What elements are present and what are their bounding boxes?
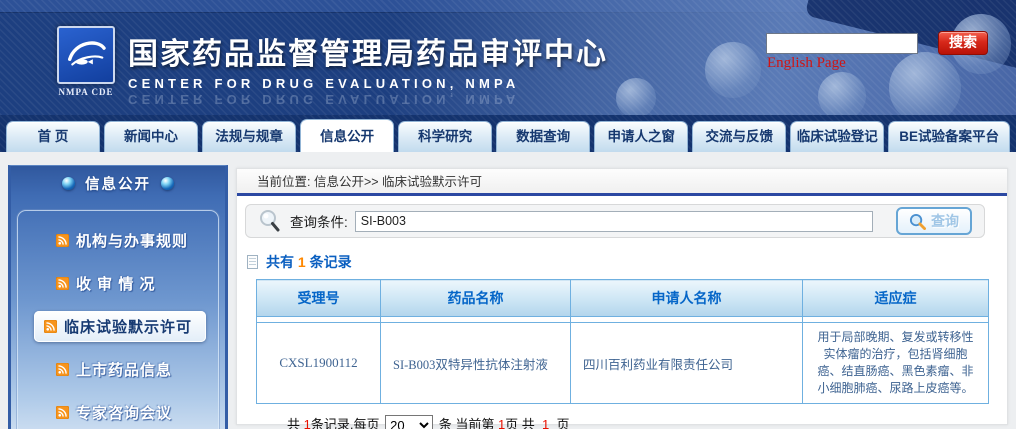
nav-tab[interactable]: 法规与规章 [202,121,296,152]
sidebar-item[interactable]: 上市药品信息 [18,348,218,391]
query-label: 查询条件: [290,211,348,231]
query-button-label: 查询 [931,211,959,231]
pill-decoration [818,72,866,115]
cde-logo-icon [57,26,115,84]
breadcrumb: 当前位置: 信息公开>> 临床试验默示许可 [237,169,1007,196]
nav-tab[interactable]: 首 页 [6,121,100,152]
main-panel: 当前位置: 信息公开>> 临床试验默示许可 查询条件: 查 [236,168,1008,425]
pill-decoration [889,52,961,115]
header-search-button[interactable]: 搜索 [938,31,988,55]
sphere-icon [62,177,75,190]
list-icon [247,255,258,269]
logo-caption: NMPA CDE [46,87,126,97]
sidebar-title-row: 信息公开 [11,166,225,201]
pagination: 共 1条记录,每页 20 条 当前第 1页 共 1 页 [287,414,1007,429]
sidebar-item[interactable]: 专家咨询会议 [18,391,218,429]
sidebar-item-label: 上市药品信息 [76,359,172,380]
column-header: 受理号 [257,280,381,317]
query-input[interactable] [355,211,873,232]
nav-tab[interactable]: BE试验备案平台 [888,121,1010,152]
rss-icon [56,363,69,376]
page: NMPA CDE 国家药品监督管理局药品审评中心 CENTER FOR DRUG… [0,0,1016,429]
pill-decoration [616,78,656,115]
nav-tab[interactable]: 新闻中心 [104,121,198,152]
table-cell: 用于局部晚期、复发或转移性实体瘤的治疗，包括肾细胞癌、结直肠癌、黑色素瘤、非小细… [803,323,989,404]
column-header: 药品名称 [381,280,571,317]
sidebar-title: 信息公开 [85,173,151,194]
english-page-link[interactable]: English Page [767,55,846,72]
site-title: 国家药品监督管理局药品审评中心 [128,29,608,73]
page-size-select[interactable]: 20 [385,415,433,429]
rss-icon [56,277,69,290]
nav-tab[interactable]: 临床试验登记 [790,121,884,152]
column-header: 适应症 [803,280,989,317]
table-cell: 四川百利药业有限责任公司 [571,323,803,404]
site-subtitle-reflection: CENTER FOR DRUG EVALUATION, NMPA [128,92,608,107]
site-logo: NMPA CDE [46,26,126,97]
nav-tab[interactable]: 交流与反馈 [692,121,786,152]
sidebar-item-label: 机构与办事规则 [76,230,188,251]
sidebar-item-label: 临床试验默示许可 [64,316,192,337]
sidebar-menu: 机构与办事规则收 审 情 况临床试验默示许可上市药品信息专家咨询会议 [17,210,219,429]
content-area: 信息公开 机构与办事规则收 审 情 况临床试验默示许可上市药品信息专家咨询会议 … [0,152,1016,429]
nav-tab[interactable]: 科学研究 [398,121,492,152]
sidebar: 信息公开 机构与办事规则收 审 情 况临床试验默示许可上市药品信息专家咨询会议 [8,165,228,429]
table-header-row: 受理号药品名称申请人名称适应症 [257,280,989,317]
main-nav: 首 页新闻中心法规与规章信息公开科学研究数据查询申请人之窗交流与反馈临床试验登记… [0,115,1016,152]
rss-icon [56,234,69,247]
records-text: 共有 1 条记录 [266,252,352,272]
table-cell: SI-B003双特异性抗体注射液 [381,323,571,404]
query-magnifier-icon [909,213,926,230]
sidebar-item-label: 专家咨询会议 [76,402,172,423]
table-row: CXSL1900112SI-B003双特异性抗体注射液四川百利药业有限责任公司用… [257,323,989,404]
pill-decoration [705,42,761,98]
nav-tab[interactable]: 数据查询 [496,121,590,152]
results-table: 受理号药品名称申请人名称适应症 CXSL1900112SI-B003双特异性抗体… [256,279,989,404]
rss-icon [56,406,69,419]
sidebar-item[interactable]: 临床试验默示许可 [18,305,218,348]
column-header: 申请人名称 [571,280,803,317]
magnifier-icon [259,209,281,233]
title-block: 国家药品监督管理局药品审评中心 CENTER FOR DRUG EVALUATI… [128,29,608,107]
nav-tab[interactable]: 申请人之窗 [594,121,688,152]
nav-tab[interactable]: 信息公开 [300,119,394,152]
sidebar-item[interactable]: 收 审 情 况 [18,262,218,305]
sidebar-item-label: 收 审 情 况 [76,273,156,294]
sidebar-item[interactable]: 机构与办事规则 [18,219,218,262]
table-cell: CXSL1900112 [257,323,381,404]
query-bar: 查询条件: 查询 [245,204,985,238]
rss-icon [44,320,57,333]
records-summary: 共有 1 条记录 [247,252,1007,272]
site-subtitle: CENTER FOR DRUG EVALUATION, NMPA [128,76,608,91]
total-records: 1 [304,417,311,429]
query-button[interactable]: 查询 [896,207,972,235]
records-count: 1 [298,254,306,270]
header-search-input[interactable] [766,33,918,54]
site-header: NMPA CDE 国家药品监督管理局药品审评中心 CENTER FOR DRUG… [0,0,1016,115]
sphere-icon [161,177,174,190]
